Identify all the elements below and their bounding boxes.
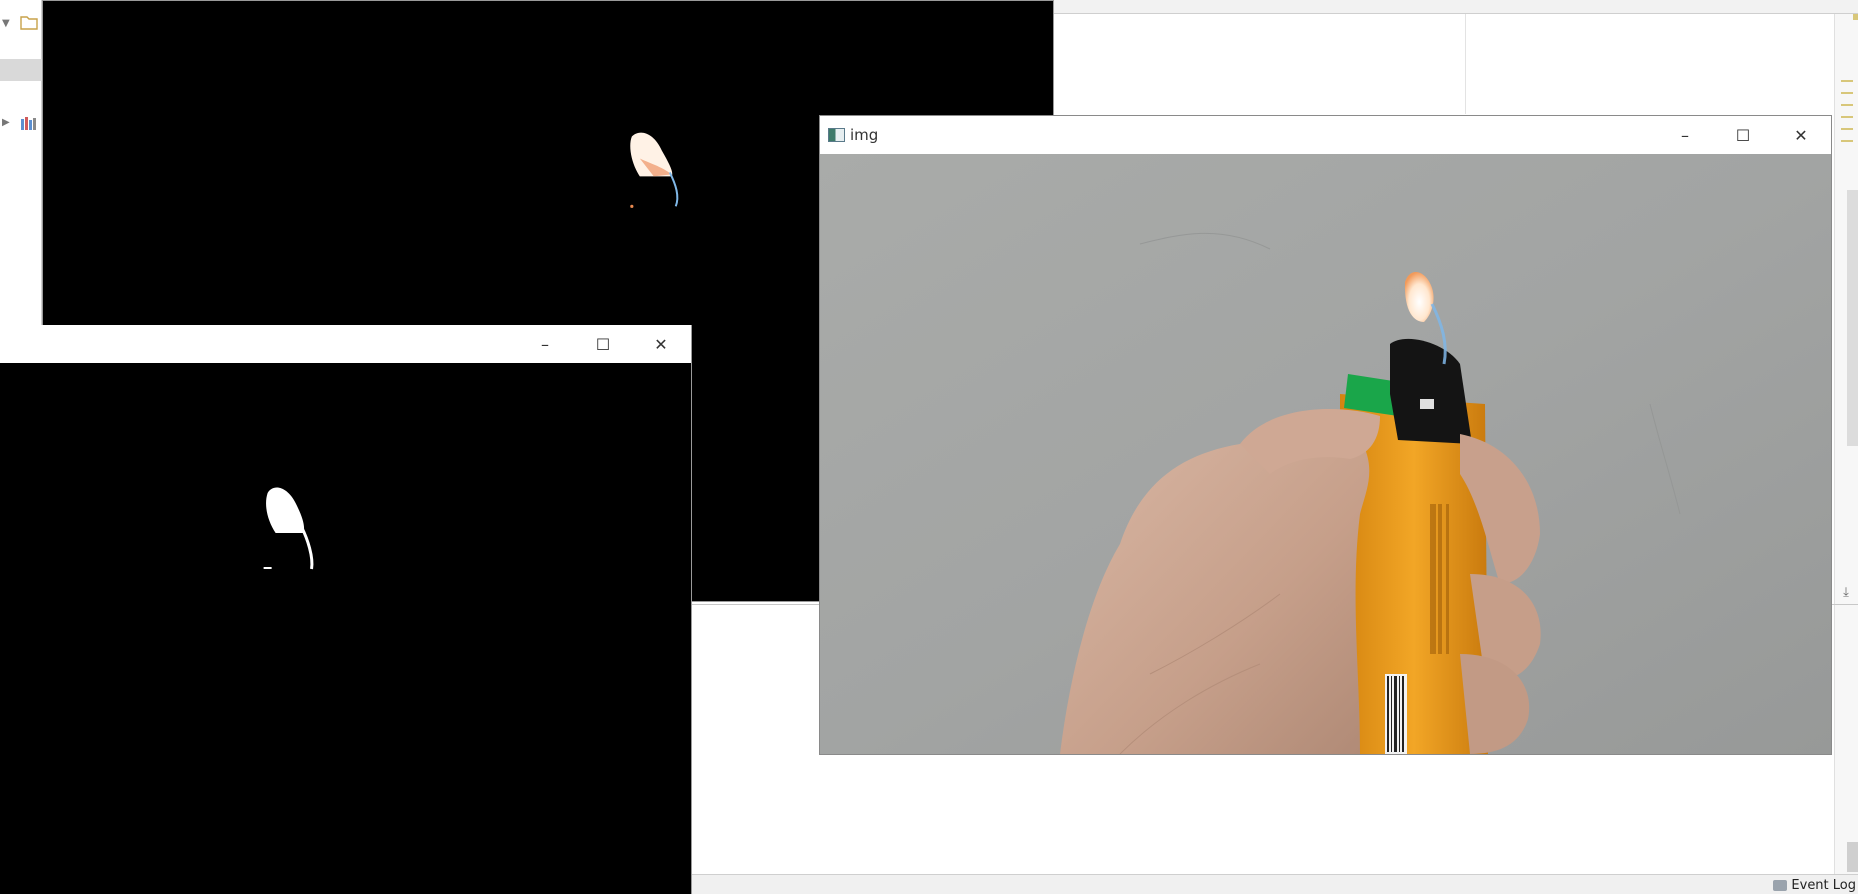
- minimize-icon: –: [1681, 125, 1689, 145]
- event-log-button[interactable]: Event Log: [1773, 875, 1858, 895]
- collapse-caret-icon[interactable]: ▶: [2, 118, 10, 128]
- folder-icon[interactable]: [20, 14, 38, 30]
- maximize-icon: ☐: [1735, 125, 1751, 145]
- editor-scrollbar-thumb[interactable]: [1847, 190, 1858, 446]
- mask-window[interactable]: – ☐ ✕: [0, 325, 692, 894]
- gutter-marker[interactable]: [1841, 80, 1853, 82]
- mask-window-titlebar[interactable]: – ☐ ✕: [0, 325, 691, 363]
- gutter-marker[interactable]: [1841, 140, 1853, 142]
- minimize-button[interactable]: –: [516, 325, 574, 363]
- project-panel: ▼ ▶: [0, 0, 42, 330]
- project-tree-selected-row[interactable]: [0, 59, 42, 81]
- opencv-window-icon: [828, 128, 845, 142]
- editor-divider: [1465, 14, 1466, 114]
- library-icon[interactable]: [20, 115, 38, 131]
- maximize-button[interactable]: ☐: [574, 325, 632, 363]
- gutter-status-marker[interactable]: [1853, 14, 1858, 20]
- close-icon: ✕: [654, 334, 668, 354]
- img-window-titlebar[interactable]: img – ☐ ✕: [820, 116, 1831, 154]
- console-scrollbar-thumb[interactable]: [1847, 842, 1858, 872]
- hand-holding-lighter-photo: [820, 154, 1831, 754]
- minimize-button[interactable]: –: [1656, 116, 1714, 154]
- maximize-button[interactable]: ☐: [1714, 116, 1772, 154]
- speech-bubble-icon: [1773, 879, 1788, 891]
- window-title: img: [850, 126, 879, 144]
- minimize-icon: –: [541, 334, 549, 354]
- close-button[interactable]: ✕: [632, 325, 690, 363]
- close-icon: ✕: [1794, 125, 1808, 145]
- scroll-to-end-icon[interactable]: ⤓: [1834, 582, 1858, 604]
- camera-image: [820, 154, 1831, 754]
- maximize-icon: ☐: [595, 334, 611, 354]
- mask-image: [0, 363, 691, 894]
- gutter-marker[interactable]: [1841, 92, 1853, 94]
- gutter-marker[interactable]: [1841, 104, 1853, 106]
- gutter-marker[interactable]: [1841, 116, 1853, 118]
- close-button[interactable]: ✕: [1772, 116, 1830, 154]
- event-log-label: Event Log: [1791, 877, 1856, 893]
- gutter-marker[interactable]: [1841, 128, 1853, 130]
- binary-flame-mask: [263, 487, 314, 570]
- img-window[interactable]: img – ☐ ✕: [819, 115, 1832, 755]
- expand-caret-icon[interactable]: ▼: [2, 19, 10, 29]
